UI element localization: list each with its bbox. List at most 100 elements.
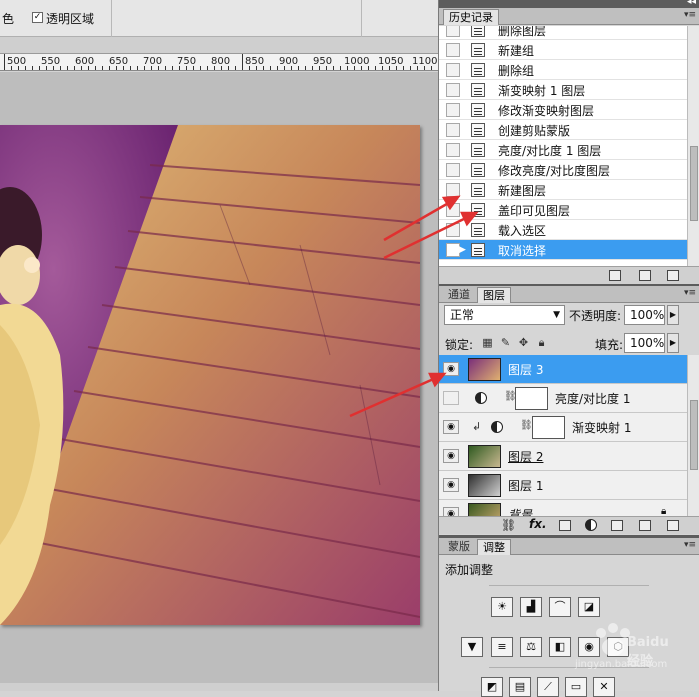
canvas-area[interactable]: [0, 72, 439, 683]
collapse-icon[interactable]: ◂◂: [687, 0, 696, 7]
layer-row[interactable]: ◉ 背景 🔒︎: [439, 500, 687, 516]
history-source-box[interactable]: [446, 143, 460, 157]
history-item[interactable]: 创建剪贴蒙版: [439, 120, 687, 140]
tab-masks[interactable]: 蒙版: [443, 539, 475, 555]
eye-icon[interactable]: ◉: [443, 478, 459, 492]
history-item[interactable]: 盖印可见图层: [439, 200, 687, 220]
ruler-tick: [361, 66, 362, 70]
eye-icon[interactable]: ◉: [443, 507, 459, 516]
tab-channels[interactable]: 通道: [443, 287, 475, 303]
tab-history[interactable]: 历史记录: [443, 9, 499, 25]
exposure-icon[interactable]: ◪: [578, 597, 600, 617]
history-source-box[interactable]: [446, 83, 460, 97]
canvas-photo[interactable]: [0, 125, 420, 625]
history-item[interactable]: 载入选区: [439, 220, 687, 240]
add-mask-icon[interactable]: [559, 520, 571, 531]
color-balance-icon[interactable]: ⚖: [520, 637, 542, 657]
history-item[interactable]: 亮度/对比度 1 图层: [439, 140, 687, 160]
hue-saturation-icon[interactable]: ≡: [491, 637, 513, 657]
history-source-box[interactable]: [446, 26, 460, 37]
posterize-icon[interactable]: ▤: [509, 677, 531, 697]
history-item[interactable]: 新建组: [439, 40, 687, 60]
link-layers-icon[interactable]: ⛓︎: [501, 518, 516, 532]
history-item[interactable]: 删除组: [439, 60, 687, 80]
history-source-box[interactable]: [446, 123, 460, 137]
eye-icon[interactable]: ◉: [443, 449, 459, 463]
layer-row-selected[interactable]: ◉ 图层 3: [439, 355, 687, 384]
tab-adjustments[interactable]: 调整: [477, 539, 511, 555]
history-source-box[interactable]: [446, 223, 460, 237]
panel-menu-icon[interactable]: ▾≡: [684, 10, 696, 20]
blend-mode-select[interactable]: 正常 ▼: [444, 305, 565, 325]
new-adjustment-icon[interactable]: [585, 519, 597, 531]
opacity-slider-button[interactable]: ▶: [667, 305, 679, 325]
invert-icon[interactable]: ◩: [481, 677, 503, 697]
ruler-label: 600: [75, 56, 95, 67]
brightness-contrast-icon[interactable]: ☀: [491, 597, 513, 617]
options-bar: 色 ✓ 透明区域: [0, 0, 439, 37]
history-source-box[interactable]: [446, 103, 460, 117]
history-source-box[interactable]: [446, 243, 460, 257]
layer-row[interactable]: ◉ ⛓︎ 亮度/对比度 1: [439, 384, 687, 413]
fill-slider-button[interactable]: ▶: [667, 333, 679, 353]
threshold-icon[interactable]: ⟋: [537, 677, 559, 697]
history-slider-icon[interactable]: ▶: [459, 245, 466, 255]
gradient-map-icon[interactable]: ▭: [565, 677, 587, 697]
new-group-icon[interactable]: [611, 520, 623, 531]
history-source-box[interactable]: [446, 183, 460, 197]
history-scrollbar[interactable]: [687, 26, 699, 266]
snapshot-icon[interactable]: [639, 270, 651, 281]
history-item-selected[interactable]: ▶ 取消选择: [439, 240, 687, 260]
selective-color-icon[interactable]: ✕: [593, 677, 615, 697]
ruler-tick: [375, 66, 376, 70]
trash-icon[interactable]: [667, 270, 679, 281]
lock-transparent-icon[interactable]: ▦: [481, 336, 494, 349]
lock-pixels-icon[interactable]: ✎: [499, 336, 512, 349]
vibrance-icon[interactable]: ▼: [461, 637, 483, 657]
new-document-icon[interactable]: [609, 270, 621, 281]
history-state-icon: [471, 26, 485, 37]
layers-scrollbar[interactable]: [687, 355, 699, 516]
eye-icon[interactable]: ◉: [443, 420, 459, 434]
history-source-box[interactable]: [446, 203, 460, 217]
scroll-thumb[interactable]: [690, 400, 698, 470]
adjustments-tabbar: 蒙版 调整 ▾≡: [439, 538, 699, 555]
fill-input[interactable]: 100%: [624, 333, 665, 353]
layer-mask-thumbnail[interactable]: [515, 387, 548, 410]
layer-mask-thumbnail[interactable]: [532, 416, 565, 439]
history-source-box[interactable]: [446, 43, 460, 57]
history-item[interactable]: 删除图层: [439, 26, 687, 40]
opacity-input[interactable]: 100%: [624, 305, 665, 325]
lock-position-icon[interactable]: ✥: [517, 336, 530, 349]
scroll-thumb[interactable]: [690, 146, 698, 221]
levels-icon[interactable]: ▟: [520, 597, 542, 617]
layer-row[interactable]: ◉ 图层 1: [439, 471, 687, 500]
ruler-tick: [228, 66, 229, 70]
panel-menu-icon[interactable]: ▾≡: [684, 540, 696, 550]
curves-icon[interactable]: ⌒: [549, 597, 571, 617]
eye-icon[interactable]: ◉: [443, 362, 459, 376]
ruler-tick: [151, 66, 152, 70]
panel-grip[interactable]: ◂◂: [439, 0, 699, 8]
ruler-tick: [144, 66, 145, 70]
history-item[interactable]: 渐变映射 1 图层: [439, 80, 687, 100]
lock-icon: 🔒︎: [661, 506, 667, 516]
layer-style-icon[interactable]: fx.: [529, 517, 547, 531]
lock-all-icon[interactable]: 🔒︎: [535, 336, 548, 349]
link-chain-icon[interactable]: ⛓︎: [520, 420, 533, 431]
tab-layers[interactable]: 图层: [477, 287, 511, 303]
eye-icon-hidden[interactable]: ◉: [443, 391, 459, 405]
layer-row[interactable]: ◉ 图层 2: [439, 442, 687, 471]
trash-icon[interactable]: [667, 520, 679, 531]
panel-menu-icon[interactable]: ▾≡: [684, 288, 696, 298]
history-state-icon: [471, 83, 485, 97]
ruler-label: 650: [109, 56, 129, 67]
history-item[interactable]: 新建图层: [439, 180, 687, 200]
history-item[interactable]: 修改亮度/对比度图层: [439, 160, 687, 180]
history-source-box[interactable]: [446, 63, 460, 77]
layer-row[interactable]: ◉ ↲ ⛓︎ 渐变映射 1: [439, 413, 687, 442]
history-item[interactable]: 修改渐变映射图层: [439, 100, 687, 120]
history-source-box[interactable]: [446, 163, 460, 177]
black-white-icon[interactable]: ◧: [549, 637, 571, 657]
new-layer-icon[interactable]: [639, 520, 651, 531]
